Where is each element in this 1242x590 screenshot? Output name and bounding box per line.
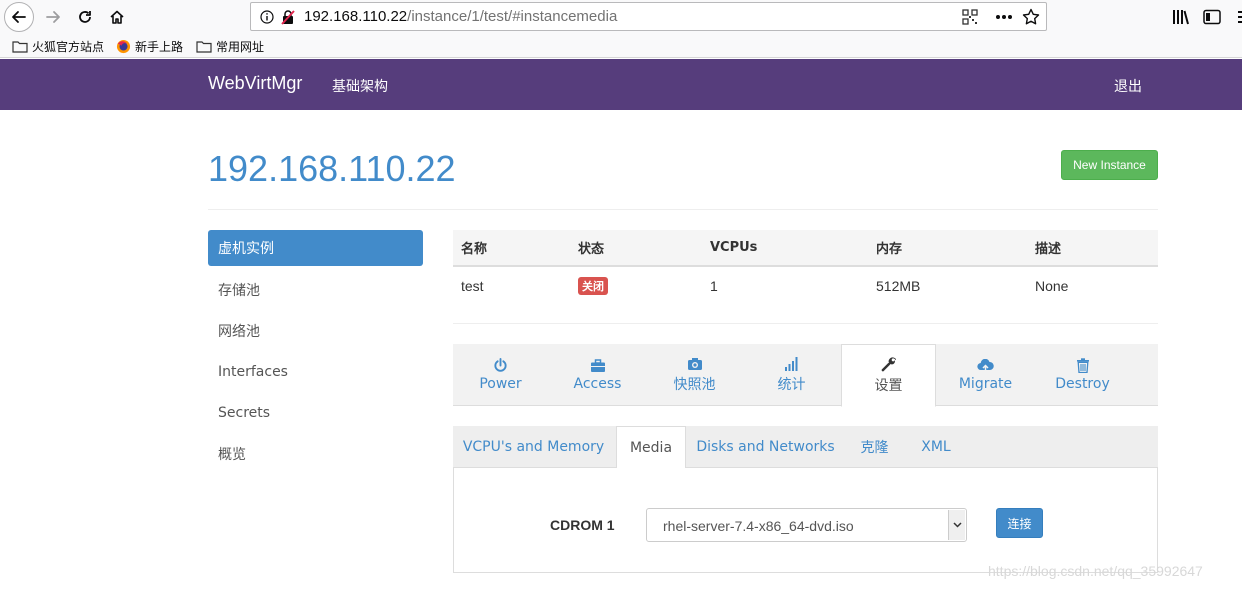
home-icon bbox=[110, 10, 124, 24]
watermark: https://blog.csdn.net/qq_35992647 bbox=[988, 563, 1203, 579]
media-panel: CDROM 1 rhel-server-7.4-x86_64-dvd.iso 连… bbox=[453, 468, 1158, 573]
tab-power[interactable]: Power bbox=[453, 344, 548, 406]
back-button[interactable] bbox=[4, 2, 34, 32]
sidebar-item-interfaces[interactable]: Interfaces bbox=[208, 351, 423, 392]
tab-label: Power bbox=[479, 376, 522, 392]
tab-stats[interactable]: 统计 bbox=[744, 344, 839, 406]
tab-label: Destroy bbox=[1055, 376, 1110, 392]
cdrom-iso-select[interactable]: rhel-server-7.4-x86_64-dvd.iso bbox=[646, 508, 967, 542]
reload-button[interactable] bbox=[70, 2, 100, 32]
trash-icon bbox=[1076, 358, 1089, 373]
instance-table: 名称 状态 VCPUs 内存 描述 test 关闭 1 512MB None bbox=[453, 230, 1158, 304]
qr-code-icon[interactable] bbox=[960, 7, 980, 27]
connect-button[interactable]: 连接 bbox=[996, 508, 1043, 538]
nav-logout-link[interactable]: 退出 bbox=[1114, 76, 1142, 96]
menu-icon[interactable] bbox=[1232, 6, 1242, 28]
tab-settings[interactable]: 设置 bbox=[841, 344, 936, 407]
tab-destroy[interactable]: Destroy bbox=[1035, 344, 1130, 406]
page-title: 192.168.110.22 bbox=[208, 148, 456, 189]
tab-vcpu-memory[interactable]: VCPU's and Memory bbox=[453, 426, 614, 468]
library-icon[interactable] bbox=[1170, 6, 1192, 28]
sidebar-toggle-icon[interactable] bbox=[1201, 6, 1223, 28]
table-row: test 关闭 1 512MB None bbox=[453, 266, 1158, 304]
instance-memory-cell: 512MB bbox=[876, 277, 921, 294]
instance-name-cell: test bbox=[461, 277, 484, 294]
url-bar[interactable]: 192.168.110.22/instance/1/test/#instance… bbox=[250, 2, 1047, 31]
folder-icon bbox=[12, 40, 28, 53]
tab-clone[interactable]: 克隆 bbox=[845, 426, 904, 468]
page-actions-icon[interactable] bbox=[994, 7, 1014, 27]
browser-toolbar: 192.168.110.22/instance/1/test/#instance… bbox=[0, 0, 1242, 34]
signal-icon bbox=[785, 356, 798, 371]
col-status-header: 状态 bbox=[570, 230, 702, 267]
action-tabs: Power Access 快照池 统计 设置 Migrate Destroy bbox=[453, 344, 1158, 407]
sidebar-item-instances[interactable]: 虚机实例 bbox=[208, 230, 423, 266]
bookmark-label: 火狐官方站点 bbox=[32, 39, 105, 54]
tab-label: Access bbox=[573, 375, 622, 392]
col-vcpus-header: VCPUs bbox=[702, 230, 868, 267]
bookmarks-bar: 火狐官方站点 新手上路 常用网址 bbox=[0, 34, 1242, 58]
sidebar-item-overview[interactable]: 概览 bbox=[208, 433, 423, 474]
bookmark-label: 新手上路 bbox=[135, 39, 184, 54]
sidebar-item-secrets[interactable]: Secrets bbox=[208, 392, 423, 433]
tab-label: 快照池 bbox=[673, 376, 716, 393]
camera-icon bbox=[687, 357, 702, 370]
cloud-upload-icon bbox=[977, 358, 994, 372]
arrow-left-icon bbox=[12, 11, 26, 23]
cdrom-selected-value: rhel-server-7.4-x86_64-dvd.iso bbox=[663, 518, 854, 534]
bookmark-getting-started[interactable]: 新手上路 bbox=[116, 37, 183, 55]
tab-snapshots[interactable]: 快照池 bbox=[647, 344, 742, 406]
reload-icon bbox=[79, 11, 91, 23]
home-button[interactable] bbox=[102, 2, 132, 32]
firefox-icon bbox=[116, 39, 131, 53]
app-navbar: WebVirtMgr 基础架构 退出 bbox=[0, 59, 1242, 110]
tab-xml[interactable]: XML bbox=[907, 426, 965, 468]
col-name-header: 名称 bbox=[453, 230, 570, 267]
url-text[interactable]: 192.168.110.22/instance/1/test/#instance… bbox=[304, 8, 617, 25]
tab-access[interactable]: Access bbox=[550, 344, 645, 406]
divider bbox=[208, 209, 1158, 210]
instance-status-cell: 关闭 bbox=[570, 266, 702, 304]
folder-icon bbox=[196, 40, 212, 53]
instance-vcpus-cell: 1 bbox=[710, 277, 718, 294]
chevron-down-icon[interactable] bbox=[948, 510, 965, 540]
sidebar-item-storage[interactable]: 存储池 bbox=[208, 269, 423, 310]
sidebar-nav: 虚机实例 存储池 网络池 Interfaces Secrets 概览 bbox=[208, 230, 423, 474]
bookmark-common-sites[interactable]: 常用网址 bbox=[196, 37, 264, 55]
tab-label: Migrate bbox=[958, 375, 1013, 392]
sidebar-item-networks[interactable]: 网络池 bbox=[208, 310, 423, 351]
url-path: /instance/1/test/#instancemedia bbox=[407, 8, 618, 25]
power-icon bbox=[494, 358, 507, 372]
col-description-header: 描述 bbox=[1027, 230, 1158, 267]
url-host: 192.168.110.22 bbox=[304, 8, 408, 25]
wrench-icon bbox=[881, 356, 896, 371]
info-icon[interactable] bbox=[257, 7, 277, 27]
nav-infrastructure-link[interactable]: 基础架构 bbox=[332, 76, 388, 96]
cdrom-label: CDROM 1 bbox=[550, 517, 615, 533]
col-memory-header: 内存 bbox=[868, 230, 1027, 267]
tab-media[interactable]: Media bbox=[616, 426, 686, 469]
tab-label: 统计 bbox=[777, 376, 806, 393]
arrow-right-icon bbox=[46, 11, 60, 23]
new-instance-button[interactable]: New Instance bbox=[1061, 150, 1158, 180]
table-header-row: 名称 状态 VCPUs 内存 描述 bbox=[453, 230, 1158, 267]
bookmark-star-icon[interactable] bbox=[1021, 7, 1041, 27]
divider bbox=[453, 323, 1158, 324]
instance-description-cell: None bbox=[1035, 277, 1069, 294]
forward-button[interactable] bbox=[38, 2, 68, 32]
brand-link[interactable]: WebVirtMgr bbox=[208, 73, 302, 94]
tab-migrate[interactable]: Migrate bbox=[938, 344, 1033, 406]
settings-tabs: VCPU's and Memory Media Disks and Networ… bbox=[453, 426, 1158, 469]
briefcase-icon bbox=[590, 358, 605, 372]
status-badge: 关闭 bbox=[578, 276, 608, 295]
tab-disks-networks[interactable]: Disks and Networks bbox=[689, 426, 842, 468]
tab-label: 设置 bbox=[874, 377, 903, 394]
bookmark-firefox-official[interactable]: 火狐官方站点 bbox=[12, 37, 104, 55]
bookmark-label: 常用网址 bbox=[216, 39, 265, 54]
insecure-lock-icon[interactable] bbox=[278, 7, 298, 27]
